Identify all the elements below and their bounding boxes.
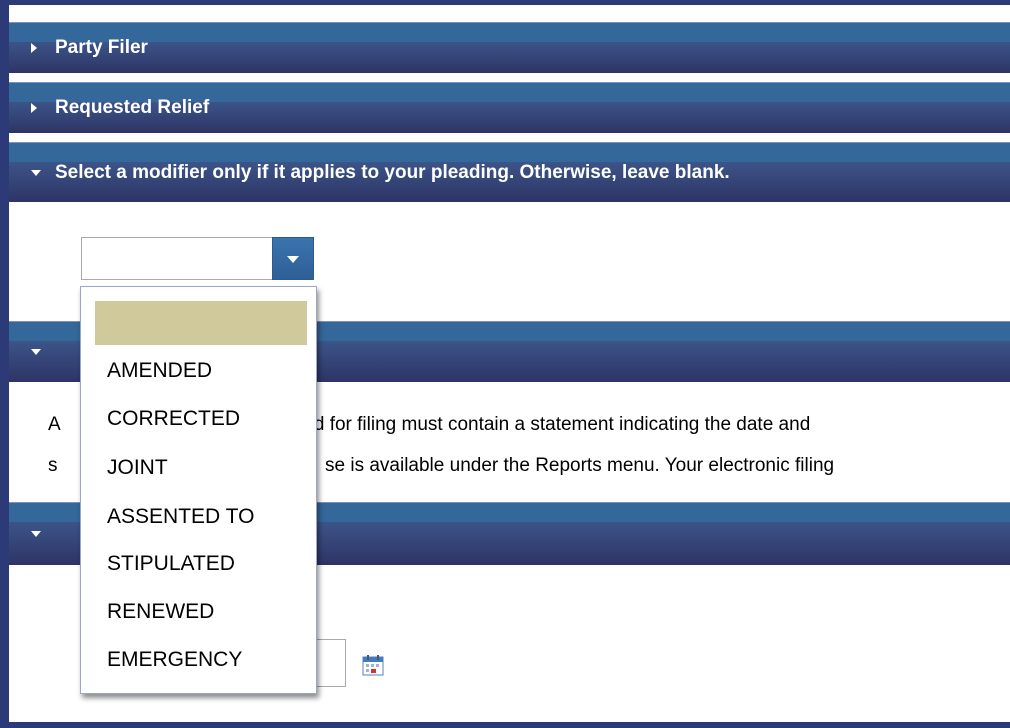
modifier-select-button[interactable] [272, 237, 314, 280]
notice-line-2-start: s [48, 455, 58, 476]
section-title-modifier: Select a modifier only if it applies to … [55, 161, 730, 183]
triangle-right-icon [31, 43, 37, 53]
section-header-party-filer[interactable]: Party Filer [9, 22, 1010, 73]
dropdown-option-renewed[interactable]: RENEWED [107, 600, 214, 624]
triangle-down-icon [31, 349, 41, 355]
notice-line-1-start: A [48, 414, 61, 435]
notice-line-1-end: ted for filing must contain a statement … [298, 414, 811, 435]
chevron-down-icon [287, 255, 299, 263]
dropdown-option-stipulated[interactable]: STIPULATED [107, 552, 235, 576]
modifier-select[interactable] [81, 237, 314, 280]
dropdown-option-amended[interactable]: AMENDED [107, 359, 212, 383]
notice-line-2-end: se is available under the Reports menu. … [325, 455, 835, 476]
dropdown-option-emergency[interactable]: EMERGENCY [107, 648, 242, 672]
triangle-down-icon [31, 531, 41, 537]
section-title-requested-relief: Requested Relief [55, 97, 210, 118]
dropdown-option-joint[interactable]: JOINT [107, 456, 168, 480]
dropdown-option-corrected[interactable]: CORRECTED [107, 407, 240, 431]
section-header-modifier[interactable]: Select a modifier only if it applies to … [9, 142, 1010, 202]
modifier-dropdown-list: AMENDED CORRECTED JOINT ASSENTED TO STIP… [80, 286, 317, 694]
dropdown-option-blank[interactable] [95, 301, 307, 345]
triangle-down-icon [31, 169, 41, 176]
section-title-party-filer: Party Filer [55, 37, 148, 58]
calendar-icon[interactable] [362, 654, 384, 676]
triangle-right-icon [31, 103, 37, 113]
section-header-requested-relief[interactable]: Requested Relief [9, 82, 1010, 133]
dropdown-option-assented-to[interactable]: ASSENTED TO [107, 505, 254, 529]
